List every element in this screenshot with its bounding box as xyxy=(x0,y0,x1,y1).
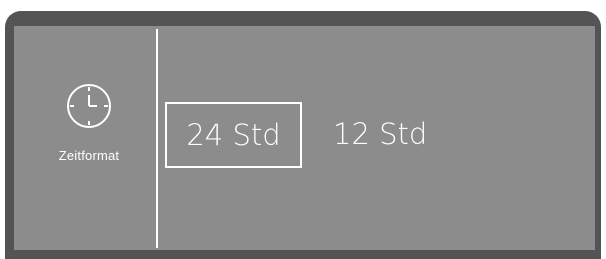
display-screen xyxy=(14,26,595,250)
sidebar-divider xyxy=(156,29,158,248)
clock-icon xyxy=(67,84,111,128)
option-12h[interactable]: 12 Std xyxy=(333,120,427,149)
option-24h-selected[interactable]: 24 Std xyxy=(165,102,302,168)
sidebar-label-time-format: Zeitformat xyxy=(58,148,120,163)
option-24h-label: 24 Std xyxy=(186,117,281,152)
